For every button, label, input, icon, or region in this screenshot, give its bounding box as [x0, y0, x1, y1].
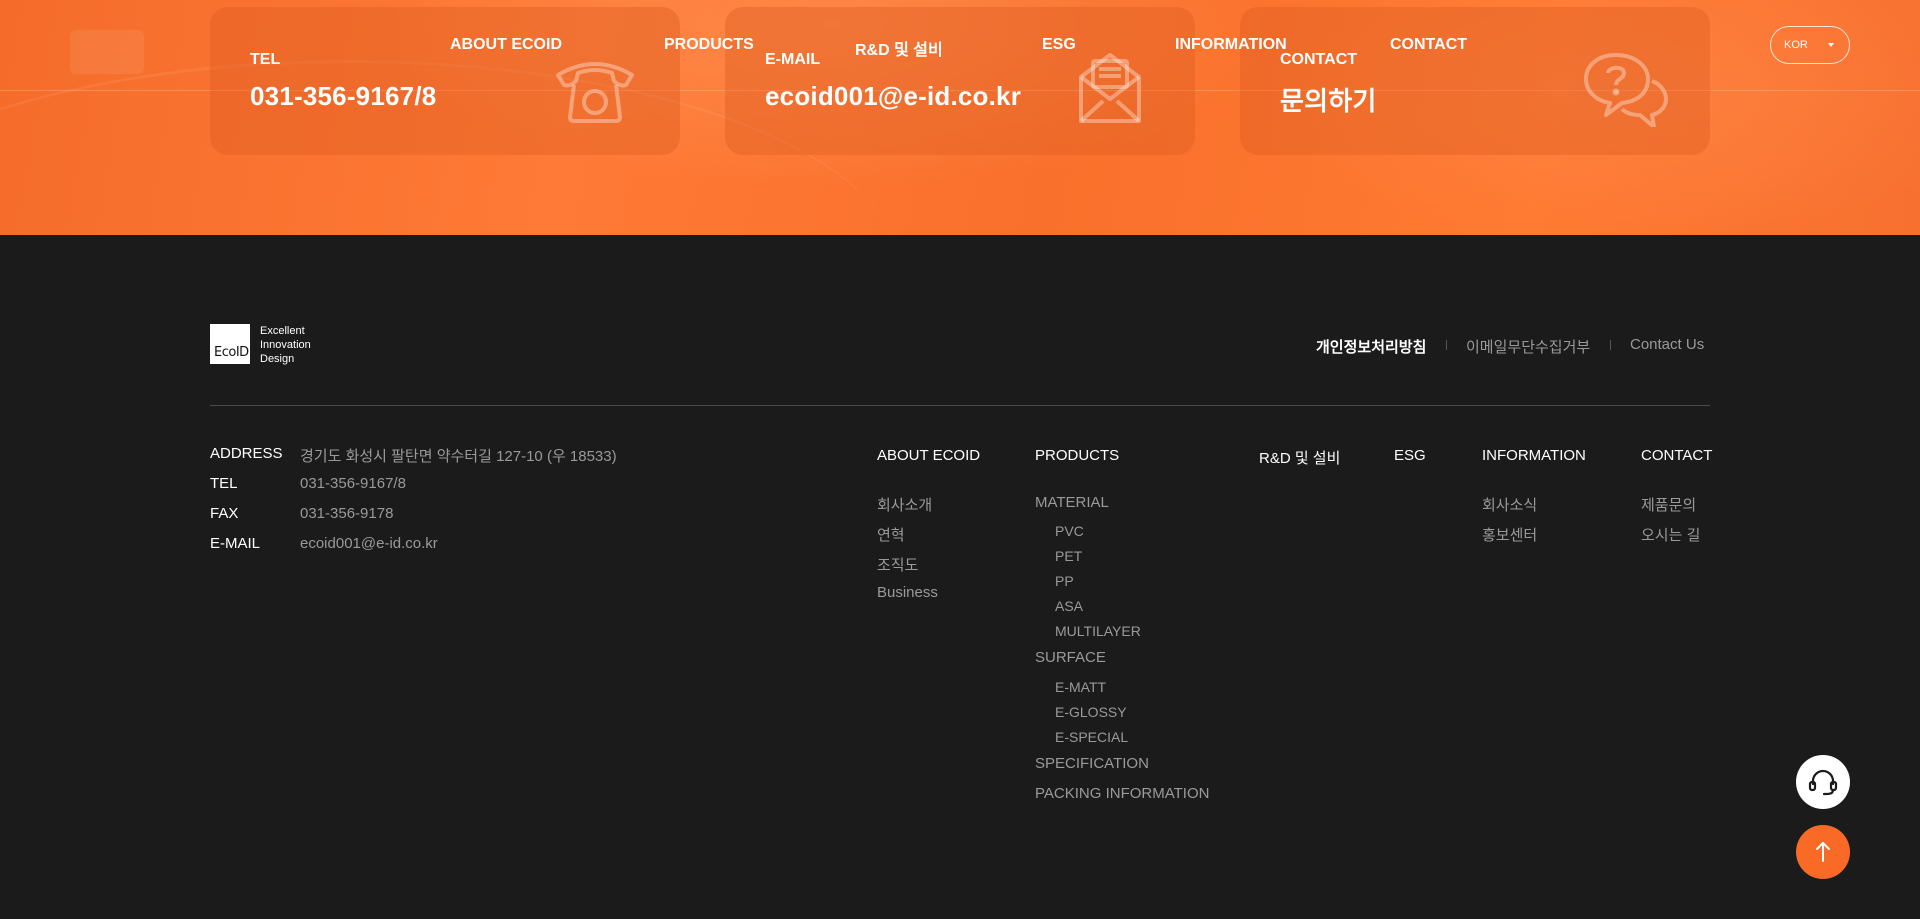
footer-menu-rnd: R&D 및 설비 [1259, 447, 1340, 468]
footer-menu-about: ABOUT ECOID 회사소개 연혁 조직도 Business [877, 447, 980, 601]
nav-rnd[interactable]: R&D 및 설비 [855, 36, 943, 60]
footer-menu-item[interactable]: 홍보센터 [1482, 524, 1537, 545]
language-select[interactable]: KOR [1770, 26, 1850, 64]
mail-icon [1079, 53, 1141, 123]
footer-menu-subitem[interactable]: PVC [1055, 523, 1084, 539]
link-divider [1610, 340, 1611, 350]
footer-menu-products: PRODUCTS MATERIAL PVC PET PP ASA MULTILA… [1035, 447, 1209, 802]
info-value: ecoid001@e-id.co.kr [300, 535, 438, 552]
tagline-line: Design [260, 353, 295, 365]
footer-menu-item[interactable]: 제품문의 [1641, 494, 1696, 515]
email-card[interactable]: E-MAIL ecoid001@e-id.co.kr [725, 7, 1195, 155]
info-value: 031-356-9178 [300, 505, 394, 522]
footer-menu-item[interactable]: 조직도 [877, 554, 918, 575]
footer-menu-item[interactable]: 오시는 길 [1641, 524, 1700, 545]
info-value: 경기도 화성시 팔탄면 약수터길 127-10 (우 18533) [300, 448, 617, 465]
nav-about-ecoid[interactable]: ABOUT ECOID [450, 36, 562, 54]
footer-menu-item[interactable]: 회사소개 [877, 494, 932, 515]
footer-menu-item-material[interactable]: MATERIAL [1035, 494, 1109, 511]
phone-icon [556, 62, 634, 123]
scroll-top-button[interactable] [1796, 825, 1850, 879]
contact-card[interactable]: CONTACT 문의하기 [1240, 7, 1710, 155]
nav-esg[interactable]: ESG [1042, 36, 1076, 54]
footer-menu-item-specification[interactable]: SPECIFICATION [1035, 755, 1149, 772]
footer-menu-item[interactable]: 회사소식 [1482, 494, 1537, 515]
tagline-line: Innovation [260, 339, 311, 351]
footer-menu-item-packing[interactable]: PACKING INFORMATION [1035, 785, 1209, 802]
nav-contact[interactable]: CONTACT [1390, 36, 1467, 54]
tel-card-value: 031-356-9167/8 [250, 81, 437, 111]
footer-menu-esg: ESG [1394, 447, 1426, 464]
footer-menu-contact: CONTACT 제품문의 오시는 길 [1641, 447, 1712, 544]
footer-top: EcoID Excellent Innovation Design 개인정보처리… [210, 324, 1710, 406]
footer-menu-title[interactable]: R&D 및 설비 [1259, 447, 1340, 468]
footer-menu-title[interactable]: INFORMATION [1482, 447, 1586, 464]
chat-question-icon [1584, 53, 1668, 127]
footer-menu-subitem[interactable]: MULTILAYER [1055, 623, 1141, 639]
global-nav: ABOUT ECOID PRODUCTS R&D 및 설비 ESG INFORM… [0, 36, 1920, 60]
info-value: 031-356-9167/8 [300, 475, 406, 492]
footer-menu-title[interactable]: CONTACT [1641, 447, 1712, 464]
footer-menu-item[interactable]: 연혁 [877, 524, 905, 545]
footer-logo[interactable]: EcoID [210, 324, 250, 364]
footer-menu-subitem[interactable]: PP [1055, 573, 1074, 589]
nav-products[interactable]: PRODUCTS [664, 36, 754, 54]
customer-support-button[interactable] [1796, 755, 1850, 809]
footer-menu-subitem[interactable]: E-MATT [1055, 679, 1106, 695]
info-key: ADDRESS [210, 445, 283, 462]
footer-menu-item-surface[interactable]: SURFACE [1035, 649, 1106, 666]
footer-menu-subitem[interactable]: ASA [1055, 598, 1083, 614]
footer-menu-title[interactable]: ESG [1394, 447, 1426, 464]
footer-menu-subitem[interactable]: E-GLOSSY [1055, 704, 1127, 720]
info-key: TEL [210, 475, 238, 492]
link-divider [1446, 340, 1447, 350]
email-card-value: ecoid001@e-id.co.kr [765, 81, 1022, 111]
footer-menu-subitem[interactable]: PET [1055, 548, 1082, 564]
contact-card-value: 문의하기 [1280, 86, 1377, 116]
email-refusal-link[interactable]: 이메일무단수집거부 [1466, 336, 1590, 357]
contact-us-link[interactable]: Contact Us [1630, 336, 1704, 353]
nav-information[interactable]: INFORMATION [1175, 36, 1287, 54]
privacy-policy-link[interactable]: 개인정보처리방침 [1316, 336, 1426, 357]
footer-menu-item[interactable]: Business [877, 584, 938, 601]
tel-card[interactable]: TEL 031-356-9167/8 [210, 7, 680, 155]
footer-menu-title[interactable]: ABOUT ECOID [877, 447, 980, 464]
footer-menu-title[interactable]: PRODUCTS [1035, 447, 1119, 464]
footer-menu-subitem[interactable]: E-SPECIAL [1055, 729, 1128, 745]
chevron-down-icon [1828, 43, 1834, 47]
tagline-line: Excellent [260, 325, 305, 337]
info-key: FAX [210, 505, 239, 522]
headset-icon [1808, 769, 1838, 796]
language-value: KOR [1784, 39, 1808, 51]
arrow-up-icon [1816, 842, 1830, 862]
footer-menu-information: INFORMATION 회사소식 홍보센터 [1482, 447, 1586, 544]
info-key: E-MAIL [210, 535, 261, 552]
footer-logo-tagline: Excellent Innovation Design [260, 324, 311, 366]
